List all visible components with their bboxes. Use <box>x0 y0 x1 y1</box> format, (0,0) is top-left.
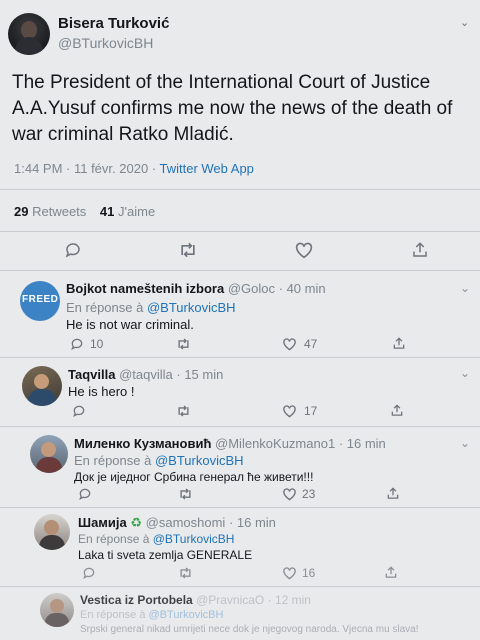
reply-header: Миленко Кузмановић @MilenkoKuzmano1 · 16… <box>74 436 386 451</box>
tweet-source[interactable]: Twitter Web App <box>160 161 254 176</box>
reply-author-name[interactable]: Bojkot nameštenih izbora <box>66 281 224 296</box>
reply-context-prefix: En réponse à <box>66 300 147 315</box>
divider <box>0 231 480 232</box>
reply-author-name[interactable]: Vestica iz Portobela <box>80 593 193 607</box>
like-count: 17 <box>304 404 318 418</box>
retweet-icon[interactable] <box>176 337 191 351</box>
retweet-icon[interactable] <box>176 404 191 418</box>
reply-author-handle[interactable]: @PravnicaO <box>196 593 264 607</box>
reply-time[interactable]: · 40 min <box>279 281 326 296</box>
like-count: 23 <box>302 487 316 501</box>
like-icon[interactable] <box>282 487 297 501</box>
reply-text: Laka ti sveta zemlja GENERALE <box>78 548 253 562</box>
share-icon[interactable] <box>384 565 398 580</box>
reply-text: Srpski general nikad umrijeti nece dok j… <box>80 624 419 635</box>
reply-text: He is hero ! <box>68 384 135 399</box>
tweet-time[interactable]: 1:44 PM · 11 févr. 2020 · <box>14 161 160 176</box>
share-icon[interactable] <box>411 240 429 260</box>
reply-count: 10 <box>90 337 104 351</box>
reply-icon[interactable] <box>72 404 86 418</box>
reply-avatar[interactable] <box>22 366 62 406</box>
recycle-emoji: ♻ <box>130 515 143 530</box>
reply-tweet[interactable]: FREED Bojkot nameštenih izbora @Goloc · … <box>0 271 480 357</box>
reply-tweet[interactable]: Шамија ♻ @samoshomi · 16 min En réponse … <box>0 508 480 588</box>
reply-tweet[interactable]: Vestica iz Portobela @PravnicaO · 12 min… <box>0 587 480 640</box>
retweets-label: Retweets <box>32 204 87 219</box>
share-icon[interactable] <box>390 403 404 418</box>
reply-icon[interactable] <box>64 241 82 259</box>
caret-down-icon[interactable]: ⌄ <box>460 281 470 295</box>
reply-tweet[interactable]: Миленко Кузмановић @MilenkoKuzmano1 · 16… <box>0 427 480 507</box>
avatar-text: FREED <box>22 294 59 305</box>
share-icon[interactable] <box>392 336 406 351</box>
reply-header: Шамија ♻ @samoshomi · 16 min <box>78 515 276 531</box>
reply-context-handle[interactable]: @BTurkovicBH <box>149 609 224 621</box>
reply-context-handle[interactable]: @BTurkovicBH <box>147 300 236 315</box>
retweets-stat[interactable]: 29 Retweets <box>14 204 90 219</box>
reply-header: Bojkot nameštenih izbora @Goloc · 40 min <box>66 281 326 296</box>
reply-text: Док је иједног Србина генерал ће живети!… <box>74 470 314 484</box>
reply-context: En réponse à @BTurkovicBH <box>78 532 234 546</box>
reply-author-handle[interactable]: @MilenkoKuzmano1 <box>215 436 335 451</box>
reply-tweet[interactable]: Taqvilla @taqvilla · 15 min ⌄ He is hero… <box>0 358 480 426</box>
like-icon[interactable] <box>294 241 314 259</box>
reply-context: En réponse à @BTurkovicBH <box>74 453 244 468</box>
reply-context-handle[interactable]: @BTurkovicBH <box>155 453 244 468</box>
tweet-meta: 1:44 PM · 11 févr. 2020 · Twitter Web Ap… <box>14 161 254 176</box>
author-name[interactable]: Bisera Turković <box>58 15 169 32</box>
reply-context-prefix: En réponse à <box>80 609 149 621</box>
reply-icon[interactable] <box>70 337 84 351</box>
reply-author-handle[interactable]: @Goloc <box>228 281 275 296</box>
reply-author-name[interactable]: Шамија <box>78 515 127 530</box>
reply-avatar[interactable] <box>30 435 68 473</box>
likes-count: 41 <box>99 204 115 219</box>
retweet-icon[interactable] <box>178 487 193 501</box>
reply-header: Taqvilla @taqvilla · 15 min <box>68 367 223 382</box>
likes-stat[interactable]: 41 J'aime <box>100 204 155 219</box>
reply-context: En réponse à @BTurkovicBH <box>66 300 236 315</box>
reply-author-handle[interactable]: @samoshomi <box>146 515 226 530</box>
tweet-stats: 29 Retweets 41 J'aime <box>14 204 155 219</box>
share-icon[interactable] <box>386 486 400 501</box>
like-icon[interactable] <box>282 404 297 418</box>
reply-avatar[interactable] <box>40 593 74 627</box>
reply-context-prefix: En réponse à <box>74 453 155 468</box>
reply-context-handle[interactable]: @BTurkovicBH <box>153 532 235 546</box>
like-icon[interactable] <box>282 566 297 580</box>
reply-author-name[interactable]: Taqvilla <box>68 367 115 382</box>
likes-label: J'aime <box>118 204 156 219</box>
reply-time[interactable]: · 12 min <box>268 593 311 607</box>
author-handle[interactable]: @BTurkovicBH <box>58 35 153 51</box>
tweet-text-line: The President of the International Court… <box>12 72 431 93</box>
caret-down-icon[interactable]: ⌄ <box>460 16 469 29</box>
reply-icon[interactable] <box>82 566 96 580</box>
tweet-text-line: war criminal Ratko Mladić. <box>12 124 234 145</box>
like-count: 16 <box>302 566 316 580</box>
reply-author-handle[interactable]: @taqvilla <box>119 367 173 382</box>
like-count: 47 <box>304 337 318 351</box>
reply-text: He is not war criminal. <box>66 317 194 332</box>
caret-down-icon[interactable]: ⌄ <box>460 436 470 450</box>
reply-context-prefix: En réponse à <box>78 532 153 546</box>
retweet-icon[interactable] <box>178 566 193 580</box>
reply-time[interactable]: · 15 min <box>176 367 223 382</box>
reply-icon[interactable] <box>78 487 92 501</box>
reply-header: Vestica iz Portobela @PravnicaO · 12 min <box>80 593 311 607</box>
retweets-count: 29 <box>14 204 29 219</box>
like-icon[interactable] <box>282 337 297 351</box>
author-avatar[interactable] <box>8 13 50 55</box>
reply-time[interactable]: · 16 min <box>339 436 386 451</box>
tweet-text: The President of the International Court… <box>12 70 477 148</box>
retweet-icon[interactable] <box>178 241 198 259</box>
divider <box>0 189 480 190</box>
reply-time[interactable]: · 16 min <box>229 515 276 530</box>
caret-down-icon[interactable]: ⌄ <box>460 366 470 380</box>
tweet-text-line: A.A.Yusuf confirms me now the news of th… <box>12 98 453 119</box>
reply-author-name[interactable]: Миленко Кузмановић <box>74 436 211 451</box>
reply-context: En réponse à @BTurkovicBH <box>80 609 223 621</box>
reply-avatar[interactable]: FREED <box>20 281 60 321</box>
reply-avatar[interactable] <box>34 514 70 550</box>
